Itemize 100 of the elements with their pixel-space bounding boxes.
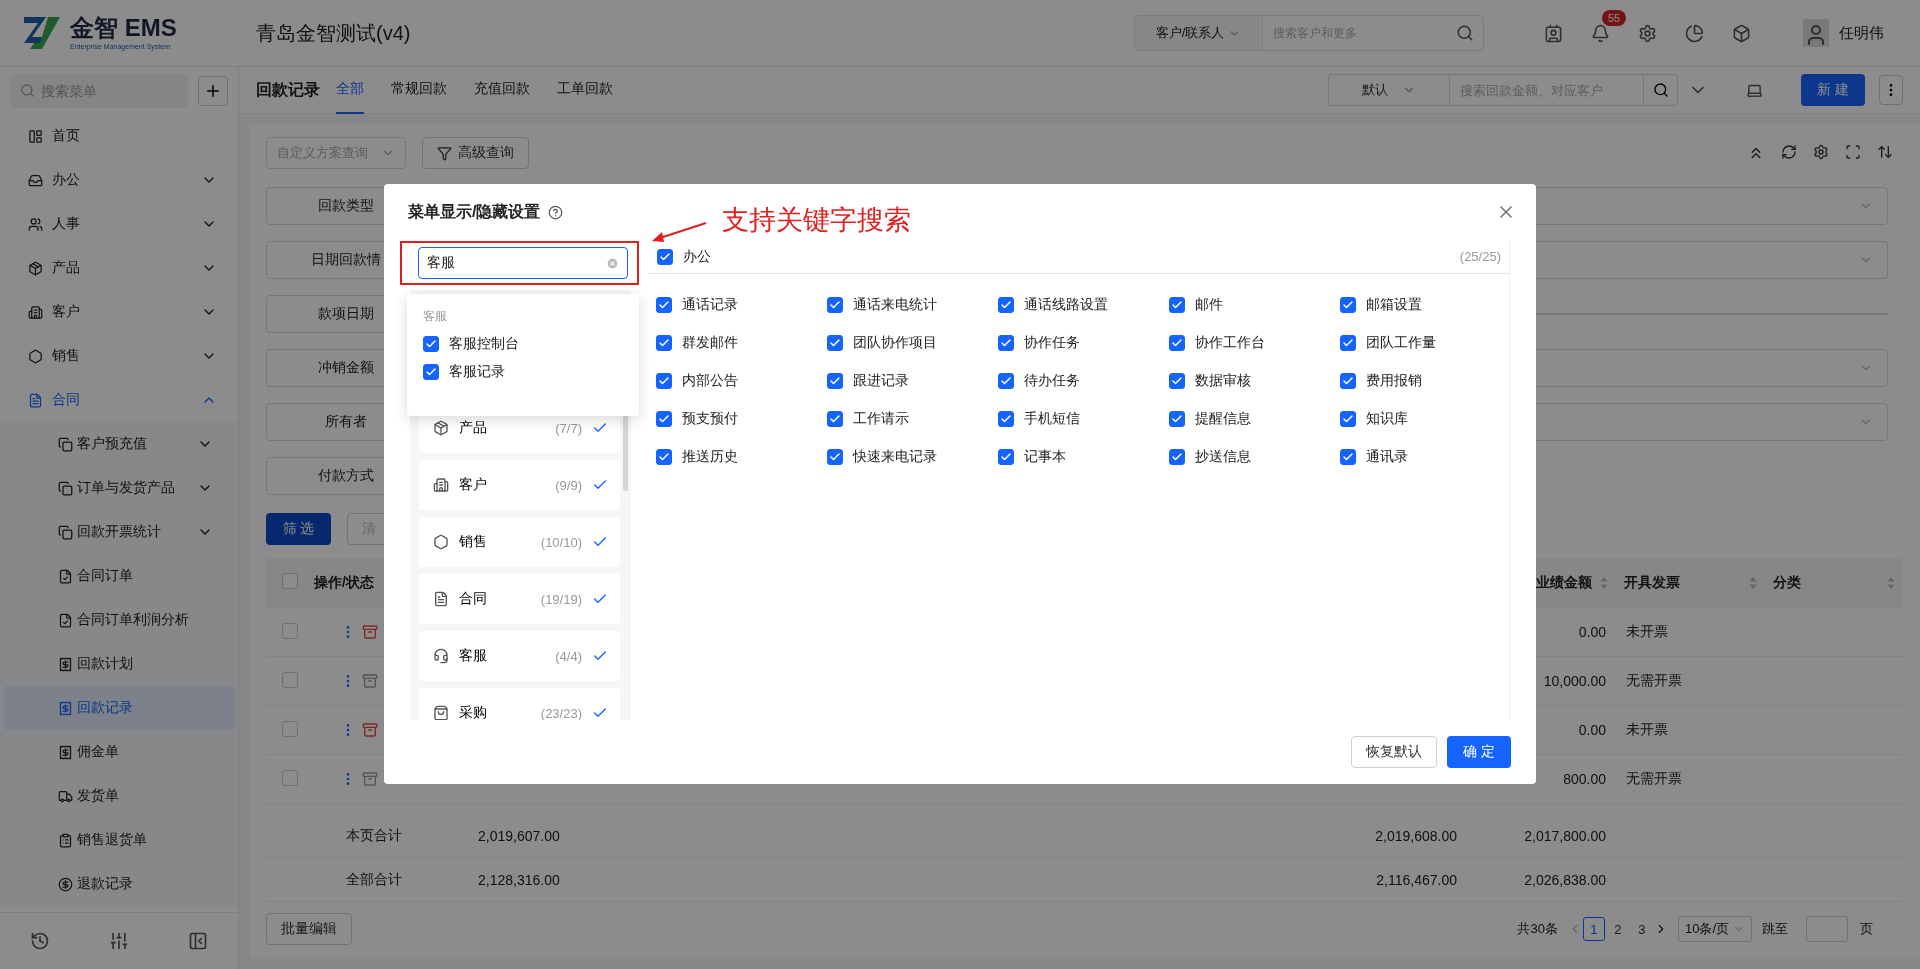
nav-item[interactable]: 回款计划 <box>4 642 235 686</box>
nav-item[interactable]: 订单与发货产品 <box>4 466 235 510</box>
scrollbar-thumb[interactable] <box>623 416 628 491</box>
checkbox[interactable] <box>1340 335 1356 351</box>
checkbox[interactable] <box>1340 449 1356 465</box>
bell-icon[interactable] <box>1591 23 1610 43</box>
checkbox[interactable] <box>1169 335 1185 351</box>
nav-item[interactable]: 办公 <box>0 158 238 202</box>
menu-option[interactable]: 通话记录 <box>656 286 827 324</box>
menu-option[interactable]: 通话来电统计 <box>827 286 998 324</box>
nav-item[interactable]: 回款记录 <box>4 686 235 730</box>
menu-option[interactable]: 预支预付 <box>656 400 827 438</box>
menu-option[interactable]: 跟进记录 <box>827 362 998 400</box>
menu-option[interactable]: 快速来电记录 <box>827 438 998 476</box>
nav-item[interactable]: 销售 <box>0 334 238 378</box>
result-option[interactable]: 客服记录 <box>423 363 623 381</box>
box-icon[interactable] <box>1732 23 1751 43</box>
menu-option[interactable]: 提醒信息 <box>1169 400 1340 438</box>
nav-item[interactable]: 佣金单 <box>4 730 235 774</box>
result-option[interactable]: 客服控制台 <box>423 335 623 353</box>
menu-option[interactable]: 待办任务 <box>998 362 1169 400</box>
tab[interactable]: 工单回款 <box>557 66 613 114</box>
batch-edit-button[interactable]: 批量编辑 <box>266 913 352 945</box>
menu-option[interactable]: 数据审核 <box>1169 362 1340 400</box>
checkbox[interactable] <box>827 373 843 389</box>
nav-item[interactable]: 人事 <box>0 202 238 246</box>
menu-option[interactable]: 内部公告 <box>656 362 827 400</box>
nav-item[interactable]: 合同订单利润分析 <box>4 598 235 642</box>
search-button[interactable] <box>1644 74 1679 106</box>
category-item[interactable]: 客服 (4/4) <box>419 631 620 681</box>
menu-option[interactable]: 费用报销 <box>1340 362 1511 400</box>
menu-option[interactable]: 记事本 <box>998 438 1169 476</box>
checkbox[interactable] <box>423 364 439 380</box>
page-button[interactable]: 1 <box>1582 917 1605 941</box>
add-button[interactable] <box>198 75 228 106</box>
settings-icon[interactable] <box>1813 144 1829 160</box>
checkbox[interactable] <box>998 449 1014 465</box>
menu-option[interactable]: 通讯录 <box>1340 438 1511 476</box>
checkbox[interactable] <box>1169 297 1185 313</box>
nav-item[interactable]: 销售退货单 <box>4 818 235 862</box>
menu-option[interactable]: 协作任务 <box>998 324 1169 362</box>
menu-option[interactable]: 手机短信 <box>998 400 1169 438</box>
checkbox[interactable] <box>827 297 843 313</box>
category-item[interactable]: 合同 (19/19) <box>419 574 620 624</box>
menu-search-field[interactable]: 客服 <box>418 247 628 279</box>
tab[interactable]: 充值回款 <box>474 66 530 114</box>
sort-icon[interactable] <box>1877 144 1893 160</box>
menu-option[interactable]: 团队工作量 <box>1340 324 1511 362</box>
checkbox[interactable] <box>1169 373 1185 389</box>
menu-option[interactable]: 推送历史 <box>656 438 827 476</box>
checkbox[interactable] <box>657 248 673 265</box>
help-icon[interactable] <box>548 204 564 220</box>
filter-button[interactable]: 筛 选 <box>266 513 331 545</box>
tab[interactable]: 全部 <box>336 66 364 114</box>
menu-option[interactable]: 群发邮件 <box>656 324 827 362</box>
checkbox[interactable] <box>1169 411 1185 427</box>
sliders-icon[interactable] <box>109 931 129 951</box>
scope-select[interactable]: 客户/联系人 <box>1135 16 1263 50</box>
category-item[interactable]: 采购 (23/23) <box>419 688 620 720</box>
page-size-select[interactable]: 10条/页 <box>1677 916 1752 942</box>
checkbox[interactable] <box>827 335 843 351</box>
menu-option[interactable]: 协作工作台 <box>1169 324 1340 362</box>
checkbox[interactable] <box>656 411 672 427</box>
checkbox[interactable] <box>656 335 672 351</box>
jump-field[interactable] <box>1806 916 1848 942</box>
archive-icon[interactable] <box>361 722 378 738</box>
checkbox[interactable] <box>656 373 672 389</box>
checkbox[interactable] <box>656 297 672 313</box>
nav-item[interactable]: 产品 <box>0 246 238 290</box>
menu-option[interactable]: 知识库 <box>1340 400 1511 438</box>
checkbox[interactable] <box>1340 373 1356 389</box>
nav-item[interactable]: 合同 <box>0 378 238 422</box>
menu-option[interactable]: 通话线路设置 <box>998 286 1169 324</box>
menu-option[interactable]: 工作请示 <box>827 400 998 438</box>
contact-icon[interactable] <box>1544 23 1563 43</box>
refresh-icon[interactable] <box>1781 144 1797 160</box>
checkbox[interactable] <box>998 297 1014 313</box>
confirm-button[interactable]: 确 定 <box>1447 736 1511 768</box>
checkbox[interactable] <box>998 373 1014 389</box>
checkbox[interactable] <box>423 336 439 352</box>
tab[interactable]: 常规回款 <box>391 66 447 114</box>
nav-item[interactable]: 合同订单 <box>4 554 235 598</box>
nav-item[interactable]: 退款记录 <box>4 862 235 906</box>
pie-chart-icon[interactable] <box>1685 23 1704 43</box>
checkbox[interactable] <box>827 449 843 465</box>
checkbox[interactable] <box>1169 449 1185 465</box>
nav-item[interactable]: 回款开票统计 <box>4 510 235 554</box>
collapse-icon[interactable] <box>188 931 209 951</box>
new-button[interactable]: 新 建 <box>1801 74 1865 106</box>
menu-option[interactable]: 邮件 <box>1169 286 1340 324</box>
reset-button[interactable]: 恢复默认 <box>1351 736 1438 768</box>
checkbox[interactable] <box>827 411 843 427</box>
category-item[interactable]: 销售 (10/10) <box>419 517 620 567</box>
nav-item[interactable]: 客户 <box>0 290 238 334</box>
settings-icon[interactable] <box>1638 23 1657 43</box>
nav-item[interactable]: 客户预充值 <box>4 422 235 466</box>
fullscreen-icon[interactable] <box>1845 144 1861 160</box>
checkbox[interactable] <box>998 411 1014 427</box>
history-icon[interactable] <box>29 931 50 951</box>
advanced-query-button[interactable]: 高级查询 <box>422 137 529 169</box>
